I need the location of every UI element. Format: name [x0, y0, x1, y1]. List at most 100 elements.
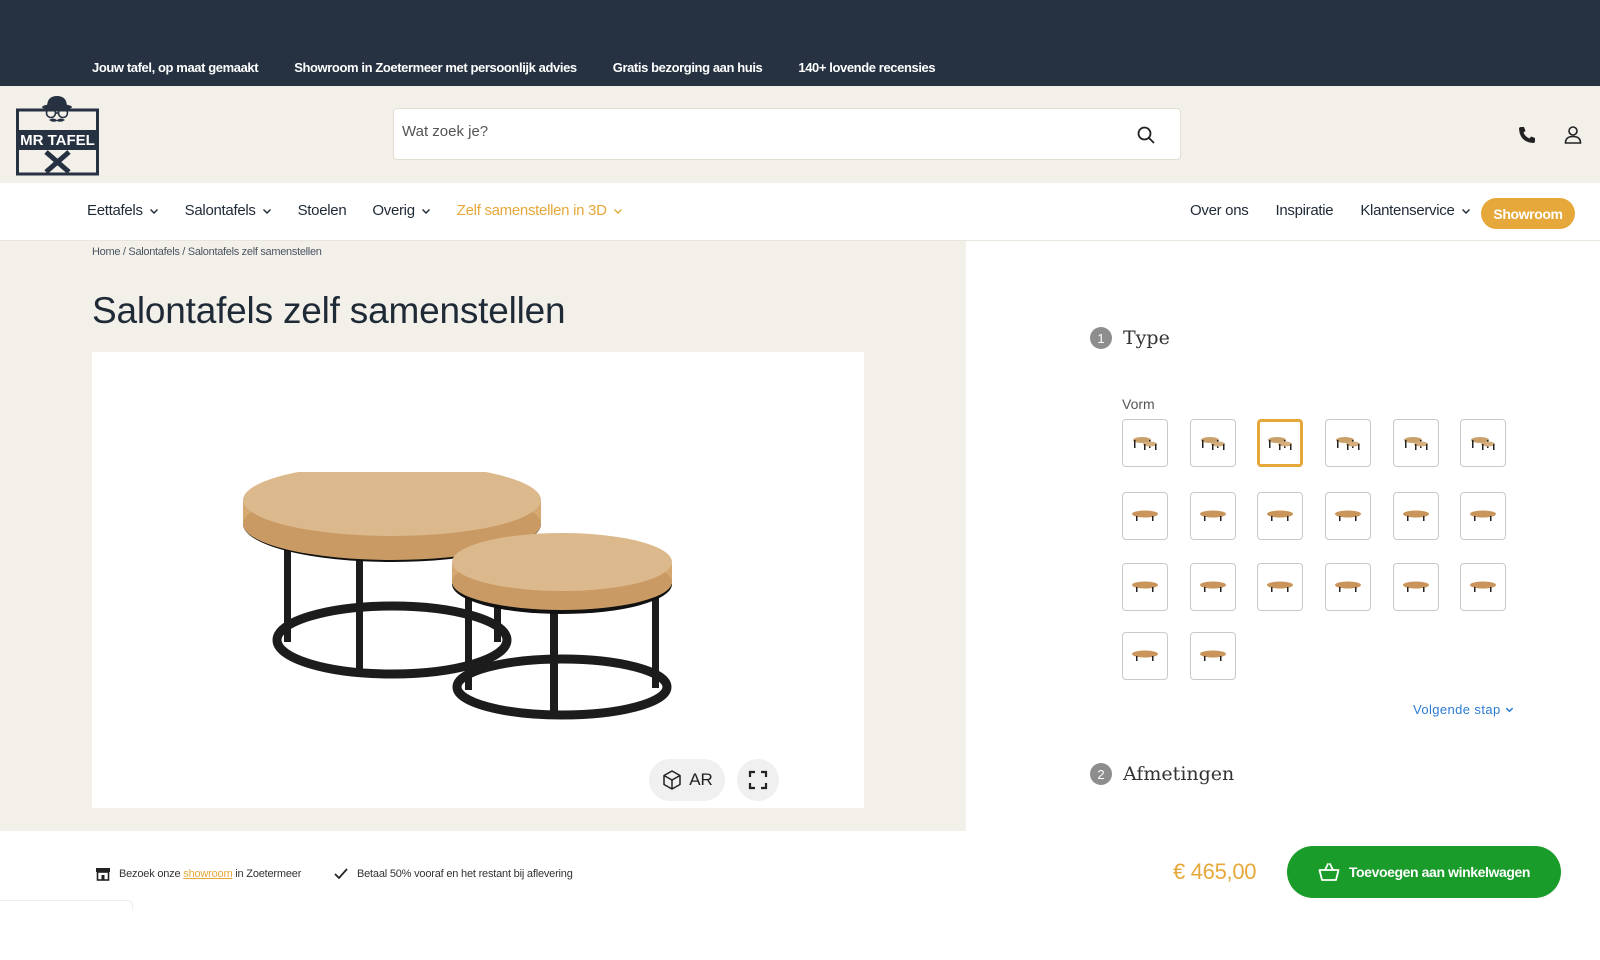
nav-item-eettafels[interactable]: Eettafels — [87, 202, 159, 219]
ar-label: AR — [689, 770, 713, 789]
chevron-down-icon — [421, 208, 430, 214]
step-number: 1 — [1090, 327, 1112, 349]
shape-option[interactable] — [1460, 419, 1506, 467]
shape-option[interactable] — [1460, 492, 1506, 540]
table-shape-icon — [1267, 510, 1293, 521]
shape-option[interactable] — [1325, 563, 1371, 611]
step-title: Afmetingen — [1123, 763, 1235, 785]
table-shape-icon — [1335, 510, 1361, 521]
table-shape-icon — [1132, 650, 1158, 661]
nav-item-salontafels[interactable]: Salontafels — [185, 202, 272, 219]
nav-label: Inspiratie — [1275, 202, 1334, 219]
shape-option[interactable] — [1393, 492, 1439, 540]
account-icon[interactable] — [1562, 124, 1584, 146]
shape-option[interactable] — [1122, 419, 1168, 467]
nav-item-klantenservice[interactable]: Klantenservice — [1360, 202, 1470, 219]
table-shape-icon — [1200, 510, 1226, 521]
fullscreen-button[interactable] — [737, 759, 779, 801]
payment-note-text: Betaal 50% vooraf en het restant bij afl… — [357, 868, 573, 880]
payment-note: Betaal 50% vooraf en het restant bij afl… — [333, 867, 573, 881]
table-preview-image — [243, 472, 672, 720]
divider — [0, 900, 133, 910]
table-shape-icon — [1470, 581, 1496, 592]
table-shape-icon — [1335, 581, 1361, 592]
visit-prefix: Bezoek onze — [119, 868, 181, 880]
shape-option[interactable] — [1393, 419, 1439, 467]
fullscreen-icon — [748, 770, 768, 790]
shape-option[interactable] — [1190, 632, 1236, 680]
usp-bar: Jouw tafel, op maat gemaakt Showroom in … — [0, 0, 1600, 86]
add-to-cart-button[interactable]: Toevoegen aan winkelwagen — [1287, 846, 1561, 898]
visit-suffix: in Zoetermeer — [235, 868, 302, 880]
nav-label: Salontafels — [184, 202, 256, 219]
breadcrumb[interactable]: Home / Salontafels / Salontafels zelf sa… — [92, 246, 322, 258]
table-shape-icon — [1132, 510, 1158, 521]
shape-option[interactable] — [1122, 492, 1168, 540]
table-shape-icon — [1404, 437, 1428, 450]
step-number: 2 — [1090, 763, 1112, 785]
chevron-down-icon — [613, 208, 622, 214]
shape-option[interactable] — [1122, 632, 1168, 680]
search-input[interactable] — [402, 123, 1102, 140]
chevron-down-icon — [1505, 707, 1513, 713]
table-shape-icon — [1267, 581, 1293, 592]
next-step-link[interactable]: Volgende stap — [1413, 702, 1514, 717]
nav-item-zelf-samenstellen[interactable]: Zelf samenstellen in 3D — [457, 202, 623, 219]
table-shape-icon — [1470, 510, 1496, 521]
table-shape-icon — [1471, 437, 1495, 450]
search-box — [393, 108, 1181, 160]
shape-option[interactable] — [1190, 419, 1236, 467]
logo[interactable]: MR TAFEL — [16, 94, 99, 177]
search-icon[interactable] — [1136, 125, 1156, 145]
table-shape-icon — [1132, 581, 1158, 592]
usp-item: Gratis bezorging aan huis — [612, 60, 763, 75]
add-to-cart-label: Toevoegen aan winkelwagen — [1348, 864, 1531, 880]
table-shape-icon — [1133, 437, 1157, 450]
chevron-down-icon — [149, 208, 158, 214]
table-shape-icon — [1403, 581, 1429, 592]
shape-option[interactable] — [1122, 563, 1168, 611]
usp-item: Showroom in Zoetermeer met persoonlijk a… — [294, 60, 577, 75]
shape-option[interactable] — [1257, 419, 1303, 467]
step-afmetingen-header[interactable]: 2 Afmetingen — [1090, 763, 1234, 785]
nav-label: Klantenservice — [1360, 202, 1455, 219]
table-shape-icon — [1268, 437, 1292, 450]
ar-button[interactable]: AR — [649, 759, 725, 801]
usp-item: 140+ lovende recensies — [798, 60, 936, 75]
shape-option[interactable] — [1393, 563, 1439, 611]
step-type-header[interactable]: 1 Type — [1090, 327, 1170, 349]
price: € 465,00 — [1173, 859, 1257, 884]
table-shape-icon — [1201, 437, 1225, 450]
table-shape-icon — [1403, 510, 1429, 521]
usp-item: Jouw tafel, op maat gemaakt — [92, 60, 259, 75]
shape-option[interactable] — [1257, 492, 1303, 540]
nav-label: Eettafels — [87, 202, 143, 219]
nav-item-overig[interactable]: Overig — [372, 202, 430, 219]
showroom-button[interactable]: Showroom — [1481, 198, 1575, 229]
shape-option[interactable] — [1190, 563, 1236, 611]
shape-option[interactable] — [1190, 492, 1236, 540]
nav-label: Zelf samenstellen in 3D — [456, 202, 607, 219]
table-shape-icon — [1336, 437, 1360, 450]
chevron-down-icon — [1461, 208, 1470, 214]
showroom-visit-note: Bezoek onze showroom in Zoetermeer — [95, 867, 301, 881]
shape-option[interactable] — [1257, 563, 1303, 611]
shape-option[interactable] — [1325, 419, 1371, 467]
shape-option[interactable] — [1325, 492, 1371, 540]
page-title: Salontafels zelf samenstellen — [92, 290, 566, 331]
nav-item-inspiratie[interactable]: Inspiratie — [1275, 202, 1333, 219]
showroom-link[interactable]: showroom — [183, 868, 232, 880]
shape-option[interactable] — [1460, 563, 1506, 611]
phone-icon[interactable] — [1516, 124, 1538, 146]
vorm-label: Vorm — [1122, 396, 1155, 412]
3d-viewer[interactable]: AR — [92, 352, 864, 808]
check-icon — [334, 868, 348, 880]
nav-label: Over ons — [1190, 202, 1249, 219]
nav-item-over-ons[interactable]: Over ons — [1190, 202, 1249, 219]
basket-icon — [1318, 863, 1340, 881]
nav-item-stoelen[interactable]: Stoelen — [298, 202, 347, 219]
site-header: MR TAFEL — [0, 86, 1600, 183]
cube-icon — [663, 770, 681, 790]
table-shape-icon — [1200, 650, 1226, 661]
next-step-label: Volgende stap — [1413, 702, 1501, 717]
